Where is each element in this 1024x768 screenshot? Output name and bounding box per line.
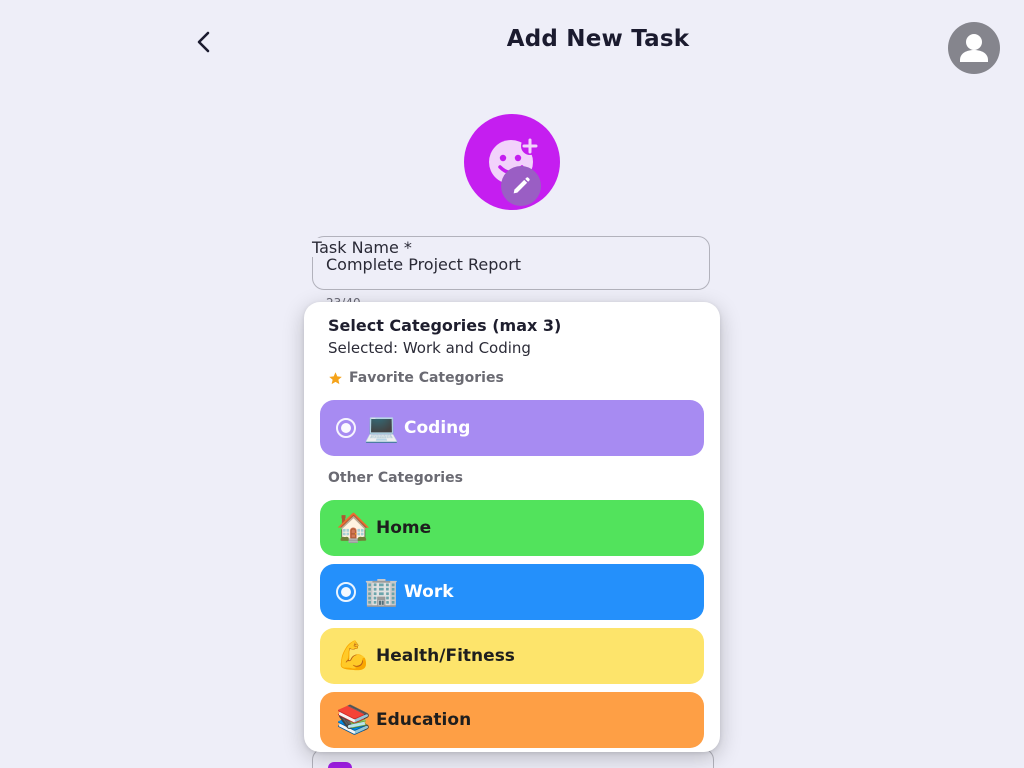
category-label: Coding xyxy=(404,418,471,438)
user-icon xyxy=(960,34,988,62)
category-option-education[interactable]: 📚 Education xyxy=(320,692,704,748)
add-task-screen: Add New Task Task Name * Complete Projec… xyxy=(0,0,1024,768)
star-icon xyxy=(329,371,342,384)
category-label: Education xyxy=(376,710,472,730)
category-option-coding[interactable]: 💻 Coding xyxy=(320,400,704,456)
category-label: Health/Fitness xyxy=(376,646,515,666)
task-name-input[interactable]: Complete Project Report xyxy=(326,255,521,274)
avatar[interactable] xyxy=(948,22,1000,74)
laptop-icon: 💻 xyxy=(364,411,399,444)
flexed-biceps-icon: 💪 xyxy=(336,639,371,672)
color-swatch[interactable] xyxy=(328,762,352,768)
radio-selected-icon xyxy=(336,582,356,602)
other-categories-heading: Other Categories xyxy=(328,470,463,486)
category-option-home[interactable]: 🏠 Home xyxy=(320,500,704,556)
category-option-health-fitness[interactable]: 💪 Health/Fitness xyxy=(320,628,704,684)
selected-summary: Selected: Work and Coding xyxy=(328,339,531,357)
house-icon: 🏠 xyxy=(336,511,371,544)
favorite-categories-heading: Favorite Categories xyxy=(328,370,504,386)
category-option-work[interactable]: 🏢 Work xyxy=(320,564,704,620)
category-label: Home xyxy=(376,518,432,538)
books-icon: 📚 xyxy=(336,703,371,736)
favorite-categories-label: Favorite Categories xyxy=(349,370,504,386)
back-button[interactable] xyxy=(186,24,222,60)
page-title: Add New Task xyxy=(506,26,690,52)
edit-icon-button[interactable] xyxy=(501,166,541,206)
office-building-icon: 🏢 xyxy=(364,575,399,608)
chevron-left-icon xyxy=(197,31,210,53)
category-dropdown: Select Categories (max 3) Selected: Work… xyxy=(304,302,720,752)
pencil-icon xyxy=(513,177,530,194)
dropdown-title: Select Categories (max 3) xyxy=(328,316,562,335)
other-categories-label: Other Categories xyxy=(328,470,463,486)
radio-selected-icon xyxy=(336,418,356,438)
category-label: Work xyxy=(404,582,454,602)
